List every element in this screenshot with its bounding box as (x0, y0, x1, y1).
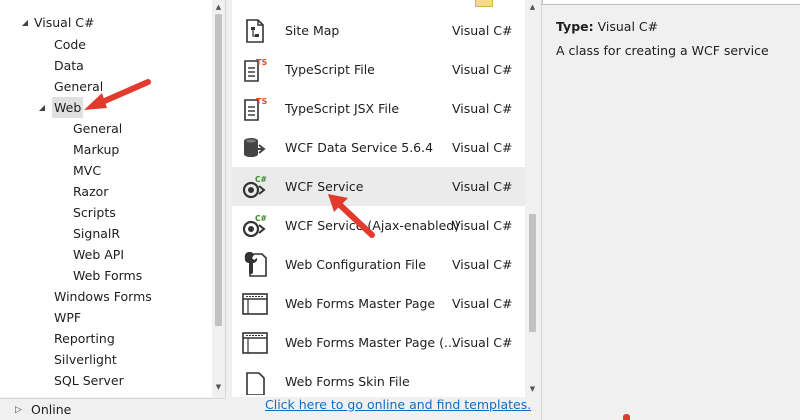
wcf-service-icon: C# (242, 175, 267, 199)
template-language: Visual C# (452, 62, 513, 77)
template-name: Site Map (285, 23, 340, 38)
category-tree: ◢ Visual C# Code Data General ◢ Web Gene… (0, 0, 226, 397)
template-name: Web Forms Master Page (285, 296, 436, 311)
template-language: Visual C# (452, 296, 513, 311)
find-templates-online-link[interactable]: Click here to go online and find templat… (265, 397, 531, 413)
tree-item-label: Markup (73, 142, 120, 157)
tree-item-label: Razor (73, 184, 109, 199)
sitemap-icon (246, 19, 264, 43)
tree-item-label: Scripts (73, 205, 116, 220)
template-row-wcf-service[interactable]: C# WCF Service Visual C# (232, 167, 525, 206)
template-row-web-forms-nested-master-page[interactable]: Web Forms Master Page (... Visual C# (232, 323, 525, 362)
ts-badge: TS (256, 58, 267, 67)
template-row-wcf-service-ajax[interactable]: C# WCF Service (Ajax-enabled) Visual C# (232, 206, 525, 245)
template-type-line: Type: Visual C# (556, 19, 658, 34)
tree-item-label: SQL Server (54, 373, 124, 388)
template-language: Visual C# (452, 23, 513, 38)
typescript-file-icon: TS (244, 58, 267, 82)
skin-file-icon (246, 372, 265, 395)
ts-badge: TS (256, 97, 267, 106)
template-row-site-map[interactable]: Site Map Visual C# (232, 11, 525, 50)
tree-item-label: Online (31, 402, 72, 417)
template-name: TypeScript JSX File (285, 101, 400, 116)
template-row-typescript-file[interactable]: TS TypeScript File Visual C# (232, 50, 525, 89)
template-name: Web Forms Master Page (... (285, 335, 456, 350)
template-name: Web Configuration File (285, 257, 426, 272)
web-config-icon (244, 252, 267, 277)
template-row-web-configuration-file[interactable]: Web Configuration File Visual C# (232, 245, 525, 284)
folder-icon[interactable] (475, 0, 493, 7)
tree-item-online[interactable]: ▷ Online (0, 398, 226, 420)
tree-item-label: Web Forms (73, 268, 143, 283)
template-scrollbar-thumb[interactable] (529, 214, 536, 332)
scroll-up-arrow-icon[interactable]: ▲ (212, 2, 225, 12)
tree-item-label: Windows Forms (54, 289, 152, 304)
template-name: Web Forms Skin File (285, 374, 410, 389)
template-row-typescript-jsx-file[interactable]: TS TypeScript JSX File Visual C# (232, 89, 525, 128)
details-panel: Type: Visual C# A class for creating a W… (541, 0, 800, 420)
tree-item-label: Visual C# (34, 15, 95, 30)
tree-scrollbar-thumb[interactable] (215, 14, 222, 326)
template-language: Visual C# (452, 179, 513, 194)
tree-item-label: Web API (73, 247, 125, 262)
nested-master-page-icon (242, 332, 268, 354)
template-language: Visual C# (452, 140, 513, 155)
tree-scrollbar[interactable]: ▲ ▼ (212, 0, 225, 397)
template-row-web-forms-master-page[interactable]: Web Forms Master Page Visual C# (232, 284, 525, 323)
type-value: Visual C# (597, 19, 659, 34)
online-link-bar: Click here to go online and find templat… (232, 397, 540, 420)
template-scrollbar[interactable]: ▲ ▼ (525, 0, 540, 397)
tree-item-label: Code (54, 37, 87, 52)
csharp-badge: C# (255, 175, 267, 184)
collapsed-triangle-icon[interactable]: ▷ (15, 399, 22, 420)
template-language: Visual C# (452, 218, 513, 233)
data-service-icon (244, 138, 266, 157)
tree-item-label: General (54, 79, 104, 94)
template-name: WCF Service (285, 179, 364, 194)
tree-item-label: General (73, 121, 123, 136)
template-row-wcf-data-service[interactable]: WCF Data Service 5.6.4 Visual C# (232, 128, 525, 167)
template-row-web-forms-skin-file[interactable]: Web Forms Skin File (232, 362, 525, 397)
template-language: Visual C# (452, 101, 513, 116)
master-page-icon (242, 293, 268, 315)
annotation-marker (623, 414, 630, 420)
tree-item-label: Data (54, 58, 84, 73)
tree-item-label: WPF (54, 310, 82, 325)
tree-item-label: Reporting (54, 331, 115, 346)
template-name: WCF Service (Ajax-enabled) (285, 218, 460, 233)
tree-item-label: MVC (73, 163, 102, 178)
template-name: WCF Data Service 5.6.4 (285, 140, 434, 155)
template-language: Visual C# (452, 257, 513, 272)
type-label: Type: (556, 19, 594, 34)
template-list: Site Map Visual C# TS TypeScript File Vi… (232, 0, 540, 397)
expanded-triangle-icon[interactable]: ◢ (37, 97, 47, 118)
tree-item-label: SignalR (73, 226, 121, 241)
template-language: Visual C# (452, 335, 513, 350)
wcf-ajax-service-icon: C# (242, 214, 267, 238)
search-box-edge[interactable] (542, 0, 800, 5)
typescript-jsx-file-icon: TS (244, 97, 267, 121)
scroll-down-arrow-icon[interactable]: ▼ (525, 384, 540, 394)
scroll-down-arrow-icon[interactable]: ▼ (212, 382, 225, 392)
template-name: TypeScript File (285, 62, 375, 77)
scroll-up-arrow-icon[interactable]: ▲ (525, 2, 540, 12)
expanded-triangle-icon[interactable]: ◢ (20, 12, 30, 33)
tree-item-label: Web (52, 97, 84, 118)
tree-item-label: Silverlight (54, 352, 117, 367)
template-description: A class for creating a WCF service (556, 43, 769, 58)
csharp-badge: C# (255, 214, 267, 223)
